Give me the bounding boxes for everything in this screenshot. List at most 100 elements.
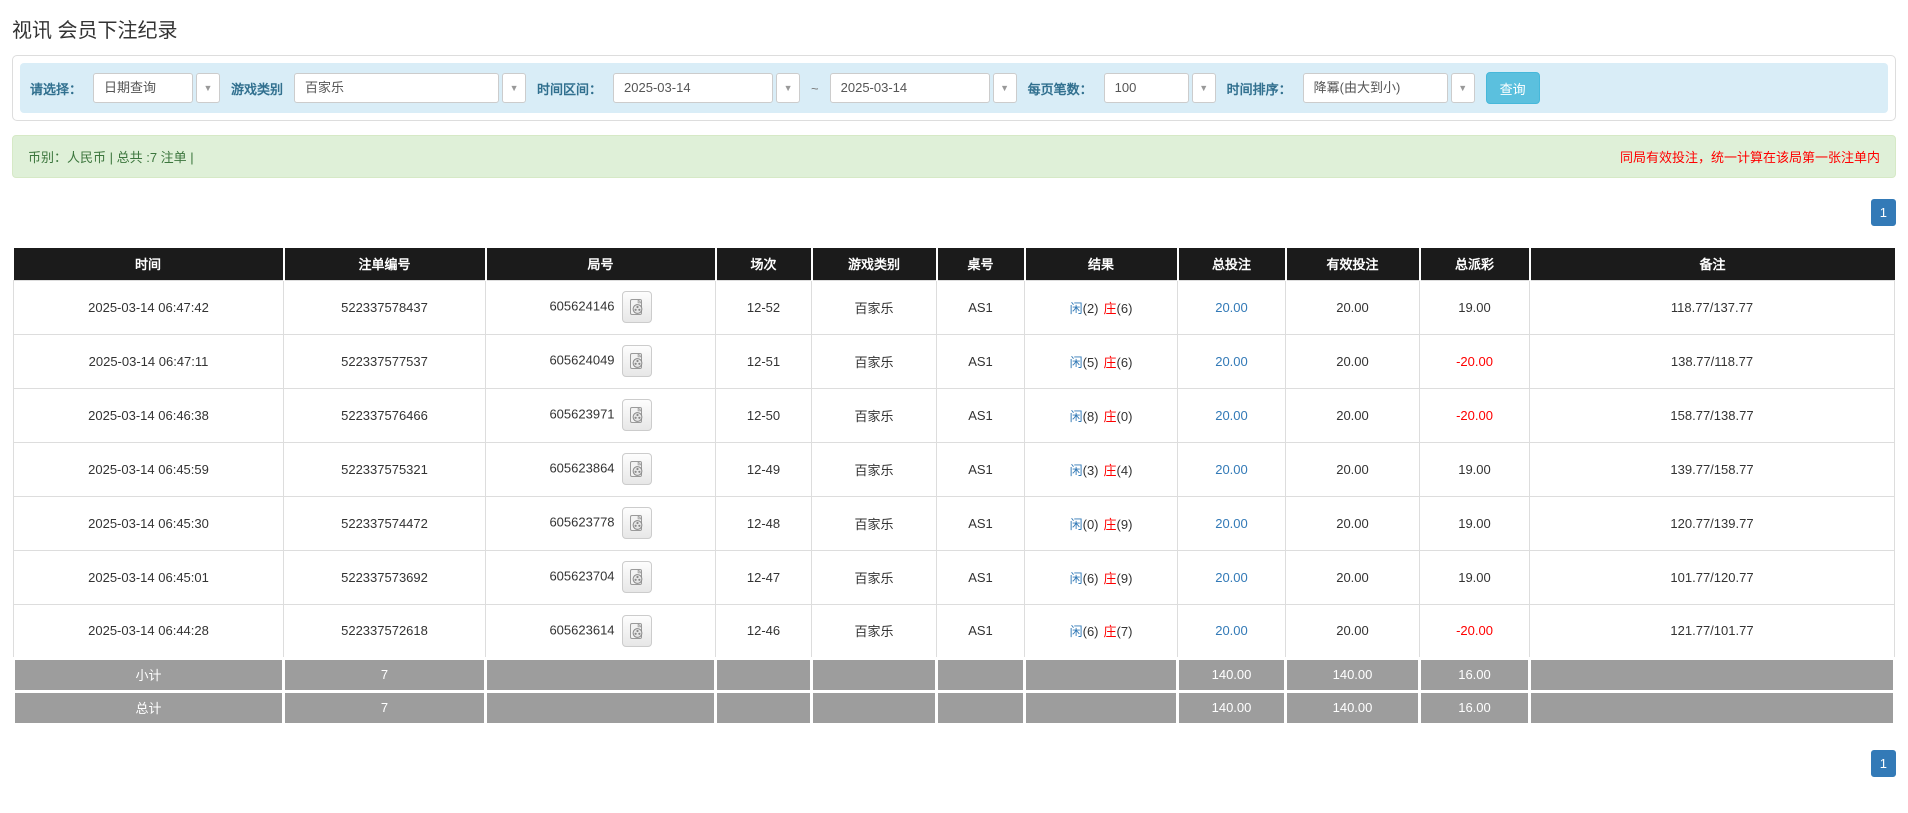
round-id: 605623971 [549, 406, 614, 421]
video-replay-button[interactable] [622, 507, 652, 539]
time-cell: 2025-03-14 06:44:28 [14, 604, 284, 658]
table-row: 2025-03-14 06:46:38 522337576466 6056239… [14, 388, 1895, 442]
table-row: 2025-03-14 06:44:28 522337572618 6056236… [14, 604, 1895, 658]
date-to-value[interactable]: 2025-03-14 [830, 73, 990, 103]
banker-result-value: (9) [1117, 517, 1133, 532]
table-body: 2025-03-14 06:47:42 522337578437 6056241… [14, 280, 1895, 658]
sort-order-select[interactable]: 降冪(由大到小) ▼ [1303, 73, 1475, 103]
bet-id-cell: 522337577537 [284, 334, 486, 388]
table-row: 2025-03-14 06:45:59 522337575321 6056238… [14, 442, 1895, 496]
chevron-down-icon[interactable]: ▼ [196, 73, 220, 103]
page-size-select[interactable]: 100 ▼ [1104, 73, 1216, 103]
date-from-value[interactable]: 2025-03-14 [613, 73, 773, 103]
session-cell: 12-50 [716, 388, 812, 442]
payout-cell: 19.00 [1420, 550, 1530, 604]
chevron-down-icon[interactable]: ▼ [502, 73, 526, 103]
page-1-button[interactable]: 1 [1871, 199, 1896, 226]
video-icon [629, 461, 645, 477]
total-bet-cell[interactable]: 20.00 [1178, 550, 1286, 604]
date-to-select[interactable]: 2025-03-14 ▼ [830, 73, 1017, 103]
chevron-down-icon[interactable]: ▼ [993, 73, 1017, 103]
payout-cell: -20.00 [1420, 604, 1530, 658]
table-no-cell: AS1 [937, 280, 1025, 334]
total-bet-cell[interactable]: 20.00 [1178, 334, 1286, 388]
video-replay-button[interactable] [622, 399, 652, 431]
session-cell: 12-51 [716, 334, 812, 388]
video-replay-button[interactable] [622, 453, 652, 485]
date-range-separator: ~ [811, 81, 819, 96]
banker-result-label: 庄 [1104, 355, 1117, 370]
table-no-cell: AS1 [937, 442, 1025, 496]
video-replay-button[interactable] [622, 615, 652, 647]
game-type-cell: 百家乐 [812, 442, 937, 496]
banker-result-label: 庄 [1104, 571, 1117, 586]
round-id-cell: 605623778 [486, 496, 716, 550]
table-no-cell: AS1 [937, 334, 1025, 388]
payout-cell: 19.00 [1420, 496, 1530, 550]
total-bet-cell[interactable]: 20.00 [1178, 604, 1286, 658]
currency-summary-text: 币别：人民币 | 总共 :7 注单 | [28, 147, 194, 166]
time-cell: 2025-03-14 06:47:42 [14, 280, 284, 334]
banker-result-label: 庄 [1104, 409, 1117, 424]
video-replay-button[interactable] [622, 345, 652, 377]
video-icon [629, 407, 645, 423]
result-cell: 闲(5)庄(6) [1025, 334, 1178, 388]
chevron-down-icon[interactable]: ▼ [776, 73, 800, 103]
time-cell: 2025-03-14 06:45:30 [14, 496, 284, 550]
banker-result-value: (6) [1117, 301, 1133, 316]
page-title: 视讯 会员下注纪录 [12, 14, 1896, 43]
chevron-down-icon[interactable]: ▼ [1192, 73, 1216, 103]
page-size-label: 每页笔数： [1028, 79, 1093, 98]
total-bet-cell[interactable]: 20.00 [1178, 388, 1286, 442]
player-result-label: 闲 [1070, 355, 1083, 370]
table-no-cell: AS1 [937, 550, 1025, 604]
chevron-down-icon[interactable]: ▼ [1451, 73, 1475, 103]
banker-result-label: 庄 [1104, 301, 1117, 316]
banker-result-value: (4) [1117, 463, 1133, 478]
player-result-label: 闲 [1070, 571, 1083, 586]
page-size-value[interactable]: 100 [1104, 73, 1189, 103]
result-cell: 闲(8)庄(0) [1025, 388, 1178, 442]
game-type-cell: 百家乐 [812, 388, 937, 442]
video-replay-button[interactable] [622, 561, 652, 593]
table-no-cell: AS1 [937, 604, 1025, 658]
time-cell: 2025-03-14 06:45:59 [14, 442, 284, 496]
payout-cell: 19.00 [1420, 442, 1530, 496]
round-id-cell: 605623614 [486, 604, 716, 658]
filter-bar: 请选择： 日期查询 ▼ 游戏类别 百家乐 ▼ 时间区间： 2025-03-14 … [20, 63, 1888, 113]
total-total-bet: 140.00 [1178, 691, 1286, 724]
page-1-button[interactable]: 1 [1871, 750, 1896, 777]
session-cell: 12-48 [716, 496, 812, 550]
column-header: 场次 [716, 248, 812, 280]
date-from-select[interactable]: 2025-03-14 ▼ [613, 73, 800, 103]
notice-text: 同局有效投注，统一计算在该局第一张注单内 [1620, 147, 1880, 166]
sort-order-value[interactable]: 降冪(由大到小) [1303, 73, 1448, 103]
banker-result-value: (6) [1117, 355, 1133, 370]
note-cell: 121.77/101.77 [1530, 604, 1895, 658]
time-range-label: 时间区间： [537, 79, 602, 98]
search-button[interactable]: 查询 [1486, 72, 1540, 104]
game-type-select[interactable]: 百家乐 ▼ [294, 73, 526, 103]
subtotal-payout: 16.00 [1420, 658, 1530, 691]
player-result-label: 闲 [1070, 624, 1083, 639]
result-cell: 闲(6)庄(9) [1025, 550, 1178, 604]
player-result-label: 闲 [1070, 409, 1083, 424]
game-type-value[interactable]: 百家乐 [294, 73, 499, 103]
banker-result-label: 庄 [1104, 463, 1117, 478]
video-replay-button[interactable] [622, 291, 652, 323]
game-type-cell: 百家乐 [812, 280, 937, 334]
total-count: 7 [284, 691, 486, 724]
query-type-value[interactable]: 日期查询 [93, 73, 193, 103]
time-cell: 2025-03-14 06:45:01 [14, 550, 284, 604]
session-cell: 12-47 [716, 550, 812, 604]
total-bet-cell[interactable]: 20.00 [1178, 496, 1286, 550]
banker-result-label: 庄 [1104, 624, 1117, 639]
total-bet-cell[interactable]: 20.00 [1178, 442, 1286, 496]
bet-id-cell: 522337572618 [284, 604, 486, 658]
column-header: 游戏类别 [812, 248, 937, 280]
valid-bet-cell: 20.00 [1286, 550, 1420, 604]
game-type-label: 游戏类别 [231, 79, 283, 98]
total-bet-cell[interactable]: 20.00 [1178, 280, 1286, 334]
round-id-cell: 605624049 [486, 334, 716, 388]
query-type-select[interactable]: 日期查询 ▼ [93, 73, 220, 103]
